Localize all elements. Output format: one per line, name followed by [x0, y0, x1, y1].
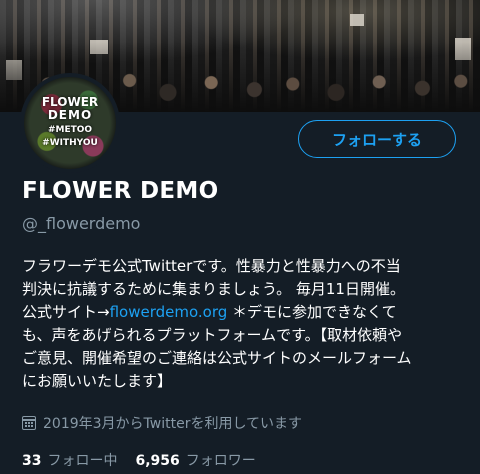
following-link[interactable]: 33 フォロー中	[22, 450, 135, 470]
follow-button[interactable]: フォローする	[298, 120, 456, 158]
website-link[interactable]: flowerdemo.org	[110, 303, 228, 321]
following-count: 33	[22, 453, 42, 469]
bio-line: ご意見、開催希望のご連絡は公式サイトのメールフォーム	[22, 349, 412, 367]
bio-line: も、声をあげられるプラットフォームです。【取材依頼や	[22, 326, 403, 344]
followers-link[interactable]: 6,956 フォロワー	[135, 450, 273, 470]
joined-text: 2019年3月からTwitterを利用しています	[43, 416, 303, 432]
avatar-text-line: #METOO	[47, 125, 93, 135]
bio-line: 公式サイト→flowerdemo.org ＊デモに参加できなくて	[22, 301, 462, 324]
profile-avatar[interactable]: FLOWER DEMO #METOO #WITHYOU	[20, 73, 120, 173]
bio-line: にお願いいたします】	[22, 372, 173, 390]
following-label: フォロー中	[47, 453, 118, 469]
followers-label: フォロワー	[185, 453, 256, 469]
profile-name: FLOWER DEMO	[22, 178, 219, 204]
avatar-text-line: DEMO	[47, 108, 93, 122]
bio-text: ＊デモに参加できなくて	[227, 303, 397, 321]
calendar-icon	[22, 416, 36, 430]
profile-bio: フラワーデモ公式Twitterです。性暴力と性暴力への不当 判決に抗議するために…	[22, 255, 462, 393]
avatar-text-line: #WITHYOU	[42, 138, 98, 148]
joined-date: 2019年3月からTwitterを利用しています	[22, 413, 302, 433]
profile-handle: @_flowerdemo	[22, 214, 141, 233]
followers-count: 6,956	[135, 453, 180, 469]
bio-text: 公式サイト→	[22, 303, 110, 321]
bio-line: 判決に抗議するために集まりましょう。 毎月11日開催。	[22, 280, 405, 298]
bio-line: フラワーデモ公式Twitterです。性暴力と性暴力への不当	[22, 257, 401, 275]
profile-stats: 33 フォロー中 6,956 フォロワー	[22, 450, 274, 470]
